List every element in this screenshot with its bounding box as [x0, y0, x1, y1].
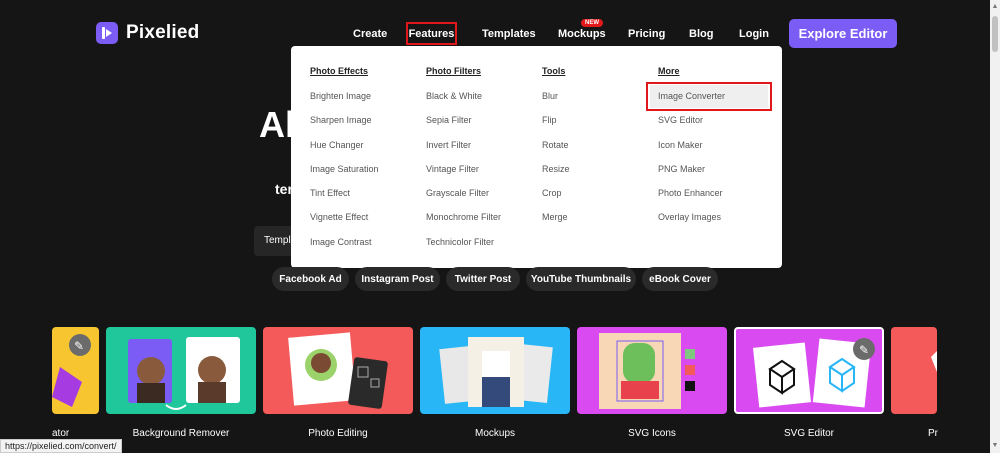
card-partial-next[interactable] [891, 327, 937, 414]
menu-item[interactable]: Grayscale Filter [426, 188, 501, 212]
nav-pricing[interactable]: Pricing [628, 28, 665, 40]
card-label: Background Remover [132, 428, 230, 439]
nav-features-label: Features [408, 27, 455, 40]
menu-item[interactable]: Overlay Images [658, 212, 725, 236]
card-svg-editor[interactable]: ✎ [734, 327, 884, 414]
menu-heading[interactable]: Photo Effects [310, 66, 379, 76]
card-ai-art: ✎ [52, 334, 91, 407]
menu-item[interactable]: Photo Enhancer [658, 188, 725, 212]
menu-item[interactable]: Rotate [542, 140, 570, 164]
svg-text:✎: ✎ [74, 339, 84, 353]
menu-item[interactable]: Flip [542, 115, 570, 139]
card-ai-generator[interactable]: ✎ [52, 327, 99, 414]
card-photo-editing-art [288, 332, 388, 409]
menu-item[interactable]: Invert Filter [426, 140, 501, 164]
nav-login[interactable]: Login [739, 28, 769, 40]
menu-item[interactable]: PNG Maker [658, 164, 725, 188]
menu-item[interactable]: Technicolor Filter [426, 237, 501, 261]
card-label: Pr [928, 428, 938, 439]
nav-blog[interactable]: Blog [689, 28, 713, 40]
tag-twitter-post[interactable]: Twitter Post [446, 267, 520, 291]
menu-item[interactable]: Black & White [426, 91, 501, 115]
menu-heading[interactable]: Tools [542, 66, 570, 76]
menu-item[interactable]: Crop [542, 188, 570, 212]
tag-youtube-thumbnails[interactable]: YouTube Thumbnails [526, 267, 636, 291]
card-label: SVG Editor [783, 428, 835, 439]
scroll-down-arrow[interactable]: ▼ [990, 439, 1000, 453]
status-bar-url: https://pixelied.com/convert/ [0, 439, 122, 453]
menu-item[interactable]: Tint Effect [310, 188, 379, 212]
card-svg-editor-art: ✎ [753, 338, 875, 408]
menu-item[interactable]: Vintage Filter [426, 164, 501, 188]
features-dropdown: Photo Effects Brighten Image Sharpen Ima… [291, 46, 782, 268]
explore-editor-button[interactable]: Explore Editor [789, 19, 897, 48]
nav-create[interactable]: Create [353, 28, 387, 40]
card-svg-icons-art [599, 333, 695, 409]
menu-item[interactable]: Brighten Image [310, 91, 379, 115]
card-photo-editing[interactable] [263, 327, 413, 414]
hero-title: Al [259, 104, 295, 145]
tag-facebook-ad[interactable]: Facebook Ad [272, 267, 349, 291]
new-badge: NEW [581, 19, 603, 27]
card-label: SVG Icons [628, 428, 676, 439]
menu-item[interactable]: Vignette Effect [310, 212, 379, 236]
menu-col-photo-effects: Photo Effects Brighten Image Sharpen Ima… [310, 66, 379, 261]
tag-ebook-cover[interactable]: eBook Cover [642, 267, 718, 291]
card-background-remover[interactable] [106, 327, 256, 414]
tag-instagram-post[interactable]: Instagram Post [355, 267, 440, 291]
card-svg-icons[interactable] [577, 327, 727, 414]
menu-item[interactable]: Hue Changer [310, 140, 379, 164]
menu-item[interactable]: Image Contrast [310, 237, 379, 261]
menu-item[interactable]: Monochrome Filter [426, 212, 501, 236]
menu-item[interactable]: Resize [542, 164, 570, 188]
card-label: Mockups [474, 428, 515, 439]
nav-mockups[interactable]: Mockups [558, 28, 606, 40]
menu-item[interactable]: Merge [542, 212, 570, 236]
menu-col-tools: Tools Blur Flip Rotate Resize Crop Merge [542, 66, 570, 237]
menu-item[interactable]: Icon Maker [658, 140, 725, 164]
card-bg-remover-art [128, 337, 240, 410]
menu-item-image-converter-label[interactable]: Image Converter [658, 91, 725, 101]
menu-item[interactable]: Image Saturation [310, 164, 379, 188]
menu-col-photo-filters: Photo Filters Black & White Sepia Filter… [426, 66, 501, 261]
nav-features[interactable]: Features [406, 22, 457, 45]
nav-templates[interactable]: Templates [482, 28, 536, 40]
card-mockups[interactable] [420, 327, 570, 414]
card-label: ator [52, 428, 70, 439]
card-mockups-art [439, 337, 553, 407]
card-label: Photo Editing [308, 428, 368, 439]
menu-heading[interactable]: More [658, 66, 725, 76]
svg-text:✎: ✎ [859, 343, 869, 357]
menu-heading[interactable]: Photo Filters [426, 66, 501, 76]
menu-item[interactable]: SVG Editor [658, 115, 725, 139]
menu-item[interactable]: Blur [542, 91, 570, 115]
card-partial-art [931, 351, 937, 372]
menu-item[interactable]: Sharpen Image [310, 115, 379, 139]
menu-item[interactable]: Sepia Filter [426, 115, 501, 139]
